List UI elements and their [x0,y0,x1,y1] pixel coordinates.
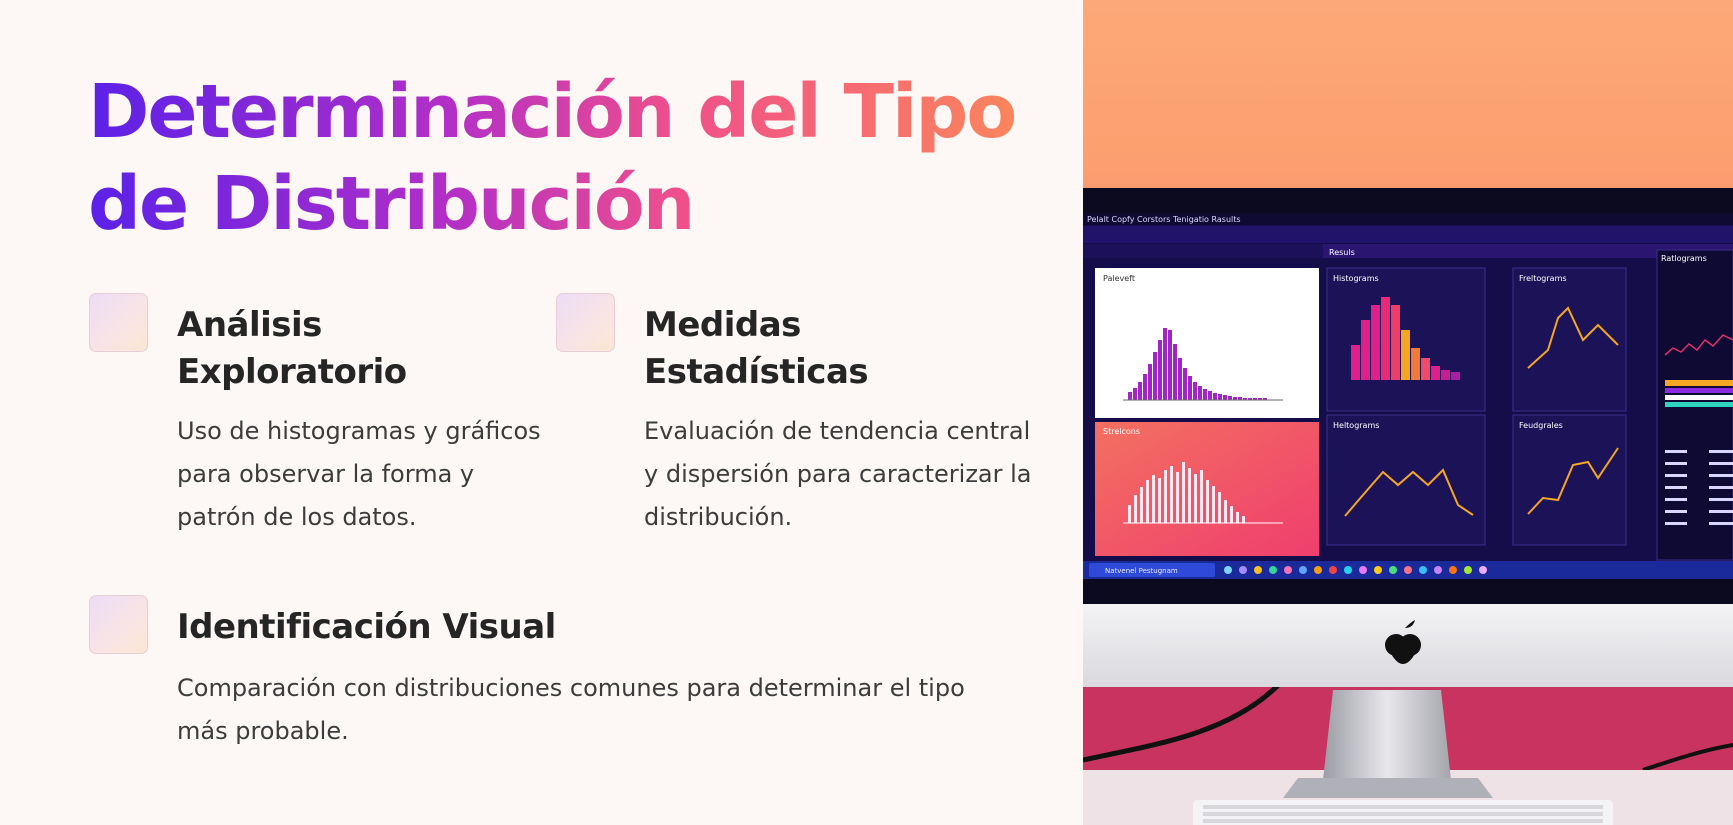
keyboard-keys [1203,805,1603,823]
taskbar-search-text: Natvenel Pestugnam [1105,567,1178,575]
card-icon-analysis [89,293,148,352]
card-desc-visual: Comparación con distribuciones comunes p… [177,674,965,745]
panel-title-2: Histograms [1333,274,1379,283]
panel-feudgrales [1512,414,1627,546]
panel-title-4: Ratlograms [1661,254,1707,263]
panel-freltograms [1512,267,1627,412]
panel-title-6: Heltograms [1333,421,1379,430]
panel-title-3: Freltograms [1519,274,1567,283]
imac-stand [1323,690,1451,780]
imac-illustration: Pelalt Copfy Corstors Tenigatio Rasults … [1083,188,1733,825]
card-title-stats: Medidas Estadísticas [644,305,869,392]
panel-title-1: Paleveft [1103,274,1135,283]
screen-toolbar [1083,226,1733,243]
card-icon-stats [556,293,615,352]
imac-foot [1283,778,1493,798]
card-title-analysis: Análisis Exploratorio [177,305,407,392]
card-desc-stats: Evaluación de tendencia central y disper… [644,417,1032,531]
card-desc-analysis: Uso de histogramas y gráficos para obser… [177,417,541,531]
page-title: Determinación del Tipo de Distribución [88,66,1048,250]
panel-title-5: Strelcons [1103,427,1140,436]
screen-results-label: Resuls [1329,248,1355,257]
screen-menu-text: Pelalt Copfy Corstors Tenigatio Rasults [1087,215,1241,224]
slide: Determinación del Tipo de Distribución A… [0,0,1733,825]
screen-subtoolbar [1083,244,1323,258]
text-column: Determinación del Tipo de Distribución A… [0,0,1083,825]
card-title-visual: Identificación Visual [177,607,556,647]
imac-photo: Pelalt Copfy Corstors Tenigatio Rasults … [1083,0,1733,825]
card-icon-visual [89,595,148,654]
panel-title-7: Feudgrales [1519,421,1563,430]
panel-heltograms [1326,414,1486,546]
